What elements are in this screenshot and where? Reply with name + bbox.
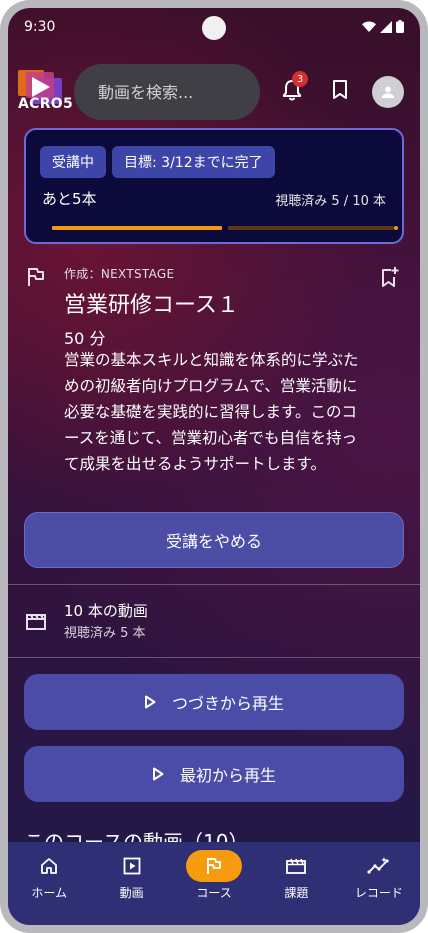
course-duration: 50 分	[64, 329, 106, 348]
clapperboard-icon	[268, 850, 324, 882]
status-time: 9:30	[24, 19, 56, 35]
play-icon	[144, 695, 156, 709]
status-chip: 受講中	[40, 146, 106, 178]
nav-label-videos: 動画	[119, 886, 144, 900]
continue-play-label: つづきから再生	[171, 694, 284, 713]
course-title: 営業研修コース１	[64, 293, 239, 318]
nav-item-videos[interactable]: 動画	[90, 842, 172, 925]
battery-icon	[396, 20, 404, 33]
play-icon	[152, 767, 164, 781]
remaining-count: あと5本	[42, 190, 97, 208]
bookmark-add-icon[interactable]	[380, 266, 400, 288]
continue-play-button[interactable]: つづきから再生	[24, 674, 404, 730]
status-bar: 9:30	[8, 8, 420, 48]
watched-summary: 視聴済み 5 / 10 本	[275, 194, 386, 209]
nav-label-records: レコード	[354, 886, 403, 900]
flag-icon	[186, 850, 243, 882]
course-author: 作成：NEXTSTAGE	[64, 267, 175, 281]
nav-label-courses: コース	[196, 886, 232, 900]
system-icons	[362, 20, 404, 33]
nav-label-home: ホーム	[31, 886, 68, 900]
divider	[8, 584, 420, 585]
bookmark-icon	[333, 80, 347, 99]
course-description: 営業の基本スキルと知識を体系的に学ぶための初級者向けプログラムで、営業活動に必要…	[64, 351, 359, 473]
search-box[interactable]	[74, 64, 260, 120]
video-count: 10 本の動画	[64, 602, 148, 620]
progress-bar-fill	[52, 226, 222, 230]
app-header: ACRO5 3	[8, 56, 420, 120]
nav-item-home[interactable]: ホーム	[8, 842, 90, 925]
stop-course-button[interactable]: 受講をやめる	[24, 512, 404, 568]
bottom-navigation: ホーム 動画 コース 課題 レコード	[8, 842, 420, 925]
bookmarks-button[interactable]	[326, 76, 354, 104]
nav-item-records[interactable]: レコード	[338, 842, 420, 925]
nav-item-courses[interactable]: コース	[173, 842, 255, 925]
user-avatar[interactable]	[372, 76, 404, 108]
video-watched-count: 視聴済み 5 本	[64, 626, 146, 641]
restart-play-button[interactable]: 最初から再生	[24, 746, 404, 802]
flag-icon	[28, 268, 44, 286]
notifications-button[interactable]: 3	[278, 71, 308, 104]
notification-badge: 3	[292, 71, 308, 87]
nav-label-assignments: 課題	[284, 886, 309, 900]
camera-cutout	[202, 16, 226, 40]
logo-text: ACRO5	[18, 96, 74, 112]
wifi-icon	[362, 21, 376, 32]
search-input[interactable]	[98, 82, 248, 102]
restart-play-label: 最初から再生	[179, 766, 276, 785]
clapperboard-icon	[26, 614, 46, 630]
video-icon	[104, 850, 160, 882]
insights-icon	[351, 850, 407, 882]
divider	[8, 657, 420, 658]
progress-bar-remaining	[228, 226, 394, 230]
goal-chip: 目標: 3/12までに完了	[112, 146, 275, 178]
person-icon	[382, 86, 394, 98]
app-screen: 9:30 ACRO5 動画を検索... 3 受講中 目標: 3/12までに完了 …	[8, 8, 420, 925]
home-icon	[21, 850, 77, 882]
progress-bar	[52, 226, 398, 230]
nav-item-assignments[interactable]: 課題	[255, 842, 337, 925]
progress-bar-end-marker	[394, 226, 398, 230]
device-frame: 9:30 ACRO5 動画を検索... 3 受講中 目標: 3/12までに完了 …	[0, 0, 428, 933]
signal-icon	[380, 20, 392, 33]
